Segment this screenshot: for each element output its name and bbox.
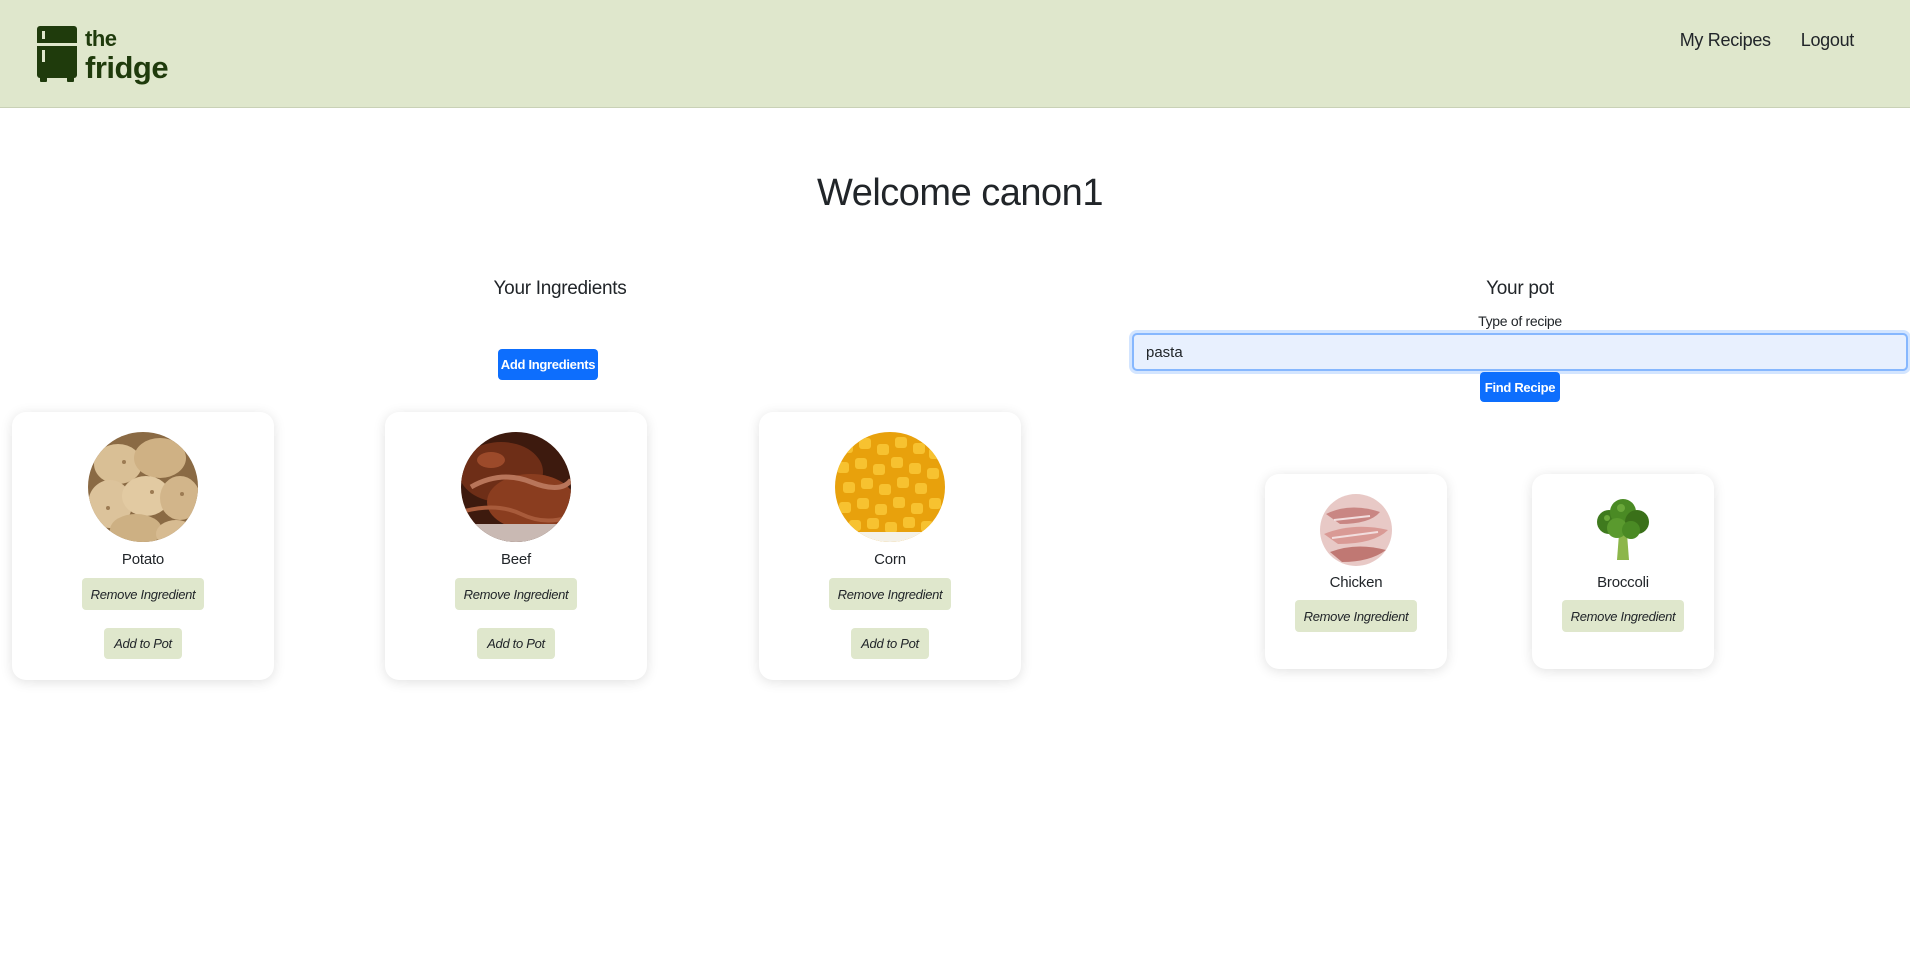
ingredient-name: Corn	[874, 551, 906, 568]
pot-section-title: Your pot	[1486, 278, 1554, 299]
ingredient-card-potato: Potato Remove Ingredient Add to Pot	[12, 412, 274, 680]
add-to-pot-button[interactable]: Add to Pot	[851, 628, 929, 659]
fridge-icon	[37, 26, 77, 82]
nav-logout-link[interactable]: Logout	[1801, 30, 1855, 51]
pot-card-chicken: Chicken Remove Ingredient	[1265, 474, 1447, 669]
ingredient-name: Beef	[500, 551, 532, 568]
add-ingredients-button[interactable]: Add Ingredients	[498, 349, 598, 380]
pot-ingredient-name: Chicken	[1329, 574, 1383, 591]
pot-card-broccoli: Broccoli Remove Ingredient	[1532, 474, 1714, 669]
chicken-image	[1320, 494, 1392, 566]
remove-ingredient-button[interactable]: Remove Ingredient	[82, 578, 204, 610]
recipe-type-label: Type of recipe	[1478, 313, 1562, 329]
welcome-heading: Welcome canon1	[817, 172, 1103, 214]
corn-image	[835, 432, 945, 542]
logo-text: the fridge	[85, 26, 169, 85]
ingredient-card-corn: Corn Remove Ingredient Add to Pot	[759, 412, 1021, 680]
add-to-pot-button[interactable]: Add to Pot	[477, 628, 555, 659]
recipe-type-input[interactable]	[1132, 333, 1908, 371]
nav-links: My Recipes Logout	[1680, 30, 1855, 51]
ingredient-name: Potato	[121, 551, 165, 568]
find-recipe-button[interactable]: Find Recipe	[1480, 372, 1560, 402]
ingredient-card-beef: Beef Remove Ingredient Add to Pot	[385, 412, 647, 680]
app-logo[interactable]: the fridge	[37, 26, 169, 85]
potato-image	[88, 432, 198, 542]
remove-ingredient-button[interactable]: Remove Ingredient	[455, 578, 577, 610]
broccoli-image	[1587, 494, 1659, 566]
remove-ingredient-button[interactable]: Remove Ingredient	[829, 578, 951, 610]
remove-ingredient-button[interactable]: Remove Ingredient	[1562, 600, 1684, 632]
logo-line-fridge: fridge	[85, 50, 169, 85]
logo-line-the: the	[85, 26, 117, 51]
ingredients-section-title: Your Ingredients	[493, 278, 627, 299]
remove-ingredient-button[interactable]: Remove Ingredient	[1295, 600, 1417, 632]
add-to-pot-button[interactable]: Add to Pot	[104, 628, 182, 659]
nav-my-recipes-link[interactable]: My Recipes	[1680, 30, 1771, 51]
pot-ingredient-name: Broccoli	[1597, 574, 1649, 591]
beef-image	[461, 432, 571, 542]
top-navbar: the fridge My Recipes Logout	[0, 0, 1910, 108]
